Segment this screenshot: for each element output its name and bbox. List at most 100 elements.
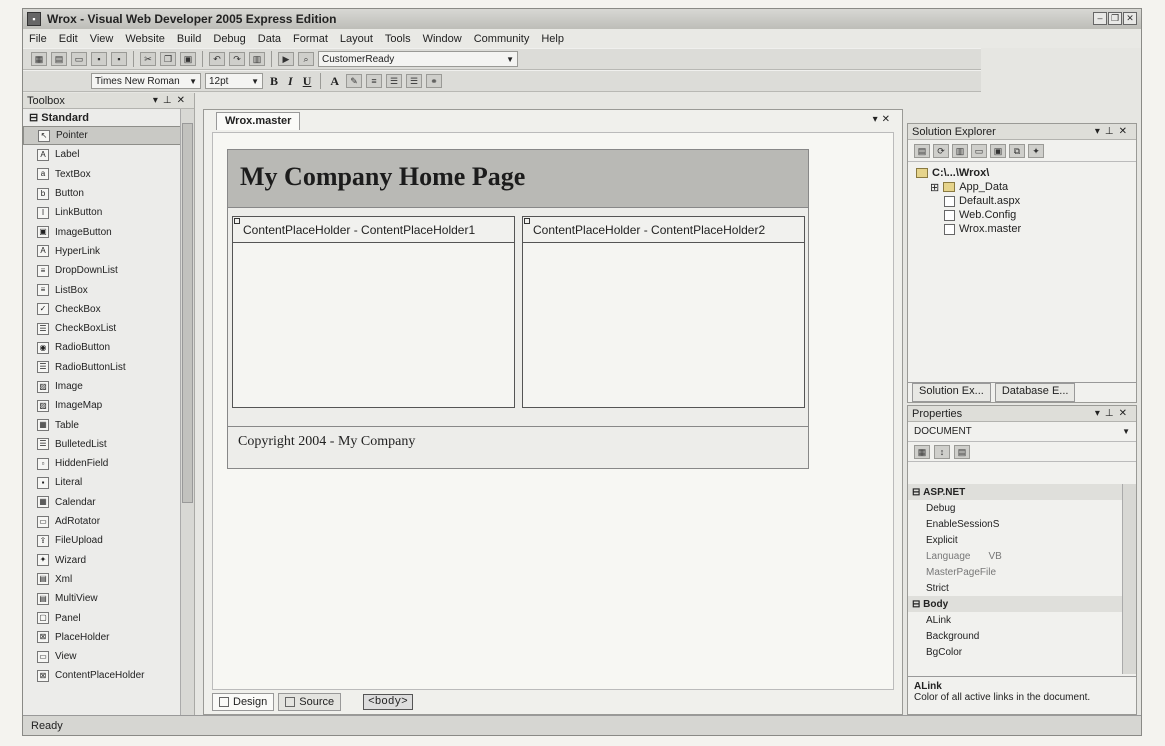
start-debug-icon[interactable]: ▶ [278, 52, 294, 66]
toolbox-item-literal[interactable]: ▪ Literal [23, 473, 194, 492]
toolbox-item-imagebutton[interactable]: ▣ ImageButton [23, 222, 194, 241]
menu-layout[interactable]: Layout [340, 33, 373, 45]
panel-controls-icon[interactable]: ▾⊥✕ [1095, 408, 1132, 419]
tag-breadcrumb[interactable]: <body> [363, 694, 413, 710]
copy-website-icon[interactable]: ⧉ [1009, 143, 1025, 158]
tree-item-web-config[interactable]: Web.Config [916, 208, 1128, 222]
expand-icon[interactable]: ⊞ [930, 181, 939, 194]
property-row[interactable]: EnableSessionS [908, 516, 1122, 532]
toolbox-item-image[interactable]: ▨ Image [23, 377, 194, 396]
toolbox-item-checkboxlist[interactable]: ☰ CheckBoxList [23, 319, 194, 338]
content-placeholder-1[interactable]: ContentPlaceHolder - ContentPlaceHolder1 [232, 216, 515, 408]
panel-controls-icon[interactable]: ▾⊥✕ [1095, 126, 1132, 137]
menu-edit[interactable]: Edit [59, 33, 78, 45]
toolbox-item-calendar[interactable]: ▦ Calendar [23, 493, 194, 512]
close-document-icon[interactable]: ▾✕ [873, 114, 894, 125]
toolbox-item-radiobutton[interactable]: ◉ RadioButton [23, 338, 194, 357]
properties-scrollbar[interactable] [1122, 484, 1136, 674]
toolbox-item-multiview[interactable]: ▤ MultiView [23, 589, 194, 608]
toolbox-item-contentplaceholder[interactable]: ⊠ ContentPlaceHolder [23, 666, 194, 685]
property-row[interactable]: Explicit [908, 532, 1122, 548]
menu-help[interactable]: Help [541, 33, 564, 45]
toolbox-item-table[interactable]: ▦ Table [23, 415, 194, 434]
property-category[interactable]: ⊟ Body [908, 596, 1122, 612]
undo-icon[interactable]: ↶ [209, 52, 225, 66]
property-row[interactable]: ALink [908, 612, 1122, 628]
tree-item-wrox-master[interactable]: Wrox.master [916, 222, 1128, 236]
tab-source[interactable]: Source [278, 693, 342, 711]
property-row[interactable]: Strict [908, 580, 1122, 596]
toolbox-item-pointer[interactable]: ↖ Pointer [23, 126, 194, 146]
property-row[interactable]: Debug [908, 500, 1122, 516]
align-icon[interactable]: ≡ [366, 74, 383, 88]
highlight-icon[interactable]: ✎ [346, 74, 363, 88]
close-icon[interactable]: ✕ [1123, 12, 1137, 25]
toolbox-item-fileupload[interactable]: ⇪ FileUpload [23, 531, 194, 550]
nest-files-icon[interactable]: ▥ [952, 143, 968, 158]
minimize-icon[interactable]: – [1093, 12, 1107, 25]
panel-controls-icon[interactable]: ▾⊥✕ [153, 95, 190, 106]
scrollbar-thumb[interactable] [182, 123, 193, 503]
tab-database-explorer[interactable]: Database E... [994, 383, 1076, 402]
toolbox-item-panel[interactable]: ▢ Panel [23, 608, 194, 627]
save-icon[interactable]: ▪ [91, 52, 107, 66]
new-project-icon[interactable]: ▦ [31, 52, 47, 66]
toolbox-item-checkbox[interactable]: ✓ CheckBox [23, 300, 194, 319]
menu-file[interactable]: File [29, 33, 47, 45]
refresh-icon[interactable]: ⟳ [933, 143, 949, 158]
font-color-icon[interactable]: A [327, 74, 342, 89]
toolbox-item-bulletedlist[interactable]: ☰ BulletedList [23, 435, 194, 454]
design-surface[interactable]: My Company Home Page ContentPlaceHolder … [212, 132, 894, 690]
tab-design[interactable]: Design [212, 693, 275, 711]
underline-icon[interactable]: U [300, 74, 315, 89]
toolbox-item-hiddenfield[interactable]: ▫ HiddenField [23, 454, 194, 473]
tab-wrox-master[interactable]: Wrox.master [216, 112, 301, 130]
tab-solution-explorer[interactable]: Solution Ex... [912, 383, 991, 402]
property-row[interactable]: BgColor [908, 644, 1122, 660]
redo-icon[interactable]: ↷ [229, 52, 245, 66]
toolbox-item-dropdownlist[interactable]: ≡ DropDownList [23, 261, 194, 280]
italic-icon[interactable]: I [285, 74, 296, 89]
property-row[interactable]: Language VB [908, 548, 1122, 564]
toolbox-item-linkbutton[interactable]: l LinkButton [23, 203, 194, 222]
open-icon[interactable]: ▭ [71, 52, 87, 66]
property-pages-icon[interactable]: ▤ [954, 444, 970, 459]
find-icon[interactable]: ⌕ [298, 52, 314, 66]
menu-debug[interactable]: Debug [213, 33, 245, 45]
menu-format[interactable]: Format [293, 33, 328, 45]
toolbox-item-imagemap[interactable]: ▨ ImageMap [23, 396, 194, 415]
toolbox-item-listbox[interactable]: ≡ ListBox [23, 280, 194, 299]
toolbox-scrollbar[interactable] [180, 109, 194, 715]
tree-item-default-aspx[interactable]: Default.aspx [916, 194, 1128, 208]
menu-tools[interactable]: Tools [385, 33, 411, 45]
content-placeholder-2[interactable]: ContentPlaceHolder - ContentPlaceHolder2 [522, 216, 805, 408]
toolbox-item-button[interactable]: b Button [23, 184, 194, 203]
view-designer-icon[interactable]: ▣ [990, 143, 1006, 158]
maximize-icon[interactable]: ❐ [1108, 12, 1122, 25]
hyperlink-icon[interactable]: ⚭ [426, 74, 443, 88]
toolbox-item-textbox[interactable]: a TextBox [23, 165, 194, 184]
toolbox-item-label-control[interactable]: A Label [23, 145, 194, 164]
tree-item-app-data[interactable]: ⊞ App_Data [916, 180, 1128, 194]
toolbox-item-wizard[interactable]: ✦ Wizard [23, 551, 194, 570]
menu-build[interactable]: Build [177, 33, 201, 45]
font-size-combo[interactable]: 12pt ▼ [205, 73, 263, 89]
paste-icon[interactable]: ▣ [180, 52, 196, 66]
toolbox-item-view[interactable]: ▭ View [23, 647, 194, 666]
font-family-combo[interactable]: Times New Roman ▼ [91, 73, 201, 89]
bulleted-list-icon[interactable]: ☰ [406, 74, 423, 88]
toolbox-item-hyperlink[interactable]: A HyperLink [23, 242, 194, 261]
property-row[interactable]: MasterPageFile [908, 564, 1122, 580]
toolbox-item-adrotator[interactable]: ▭ AdRotator [23, 512, 194, 531]
toolbox-group-standard[interactable]: ⊟ Standard [23, 109, 194, 126]
properties-icon[interactable]: ▤ [914, 143, 930, 158]
object-selector[interactable]: DOCUMENT ▼ [908, 422, 1136, 442]
alphabetical-icon[interactable]: ↕ [934, 444, 950, 459]
property-row[interactable]: Background [908, 628, 1122, 644]
cut-icon[interactable]: ✂ [140, 52, 156, 66]
menu-window[interactable]: Window [423, 33, 462, 45]
toolbox-item-radiobuttonlist[interactable]: ☰ RadioButtonList [23, 358, 194, 377]
property-category[interactable]: ⊟ ASP.NET [908, 484, 1122, 500]
numbered-list-icon[interactable]: ☰ [386, 74, 403, 88]
navigate-icon[interactable]: ▥ [249, 52, 265, 66]
